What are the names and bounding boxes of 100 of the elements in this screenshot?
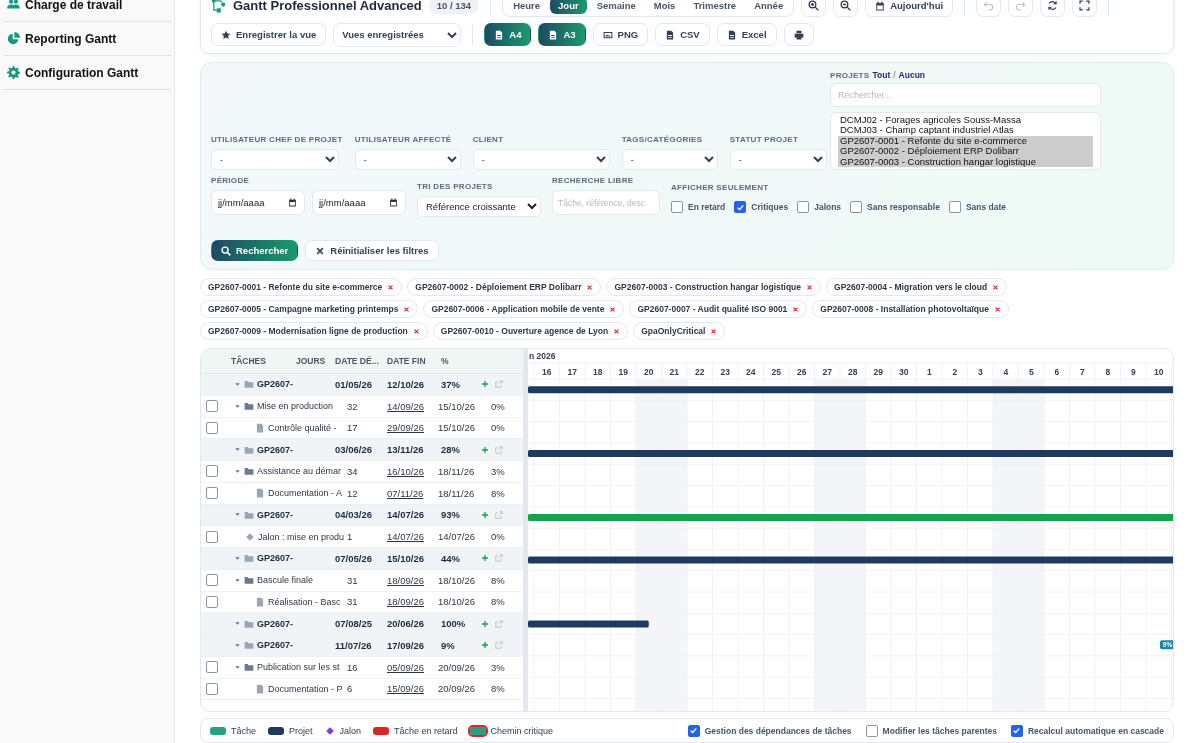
- print-button[interactable]: [783, 23, 814, 46]
- reset-filters-button[interactable]: Réinitialiser les filtres: [305, 240, 439, 261]
- project-option[interactable]: GP2607-0002 - Déploiement ERP Dolibarr: [838, 146, 1093, 157]
- project-name[interactable]: GP2607-: [257, 618, 294, 629]
- zoom-out-icon: [840, 0, 852, 11]
- day-label: 28: [848, 367, 858, 377]
- task-name[interactable]: Documentation - P: [268, 683, 343, 694]
- search-button[interactable]: Rechercher: [211, 240, 299, 261]
- checkbox[interactable]: [206, 574, 218, 587]
- project-option[interactable]: GP2607-0001 - Refonte du site e-commerce: [838, 135, 1093, 147]
- checkbox[interactable]: [734, 201, 747, 214]
- progress-percent: 8%: [491, 596, 506, 608]
- start-date-link[interactable]: 14/09/26: [387, 400, 424, 412]
- checkbox[interactable]: [206, 465, 218, 478]
- checkbox[interactable]: [687, 724, 700, 737]
- end-date: 18/11/26: [438, 487, 476, 499]
- view-tab[interactable]: Mois: [645, 0, 684, 14]
- duration-days: 32: [347, 400, 387, 412]
- checkbox[interactable]: [797, 201, 810, 214]
- checkbox[interactable]: [671, 201, 683, 214]
- save-view-button[interactable]: Enregistrer la vue: [211, 23, 327, 46]
- project-search-field[interactable]: Rechercher...: [830, 83, 1101, 107]
- export-button[interactable]: Excel: [716, 23, 777, 46]
- undo-icon: [983, 0, 995, 11]
- filter-select[interactable]: -: [729, 149, 827, 171]
- project-name[interactable]: GP2607-: [257, 444, 294, 455]
- project-list[interactable]: [830, 112, 1101, 171]
- date-field[interactable]: jj/mm/aaaa: [211, 190, 305, 216]
- document-icon: [255, 683, 265, 694]
- task-name[interactable]: Assistance au démar: [257, 466, 342, 477]
- checkbox[interactable]: [206, 595, 218, 608]
- project-option[interactable]: DCMJ03 - Champ captant industriel Atlas: [838, 125, 1093, 136]
- view-tab[interactable]: Semaine: [588, 0, 644, 14]
- start-date-link[interactable]: 29/09/26: [387, 422, 424, 434]
- checkbox[interactable]: [206, 661, 218, 674]
- zoom-in-button[interactable]: [801, 0, 827, 17]
- splitter-handle[interactable]: [523, 349, 528, 711]
- view-tab[interactable]: Année: [746, 0, 792, 14]
- search-field[interactable]: Tâche, référence, desc: [552, 190, 660, 216]
- project-option[interactable]: DCMJ02 - Forages agricoles Souss-Massa: [838, 115, 1093, 126]
- refresh-button[interactable]: [1040, 0, 1066, 17]
- view-tab[interactable]: Jour: [550, 0, 587, 14]
- document-icon: [255, 488, 265, 499]
- checkbox[interactable]: [206, 530, 218, 543]
- progress-percent: 0%: [491, 400, 506, 412]
- checkbox[interactable]: [206, 421, 218, 434]
- filter-select[interactable]: -: [211, 149, 339, 171]
- project-name[interactable]: GP2607-: [257, 553, 294, 564]
- date-field[interactable]: jj/mm/aaaa: [312, 190, 406, 216]
- project-name[interactable]: GP2607-: [257, 640, 294, 651]
- view-tab[interactable]: Heure: [505, 0, 549, 14]
- project-name[interactable]: GP2607-: [257, 509, 294, 520]
- checkbox[interactable]: [865, 724, 878, 737]
- export-button[interactable]: A3: [538, 23, 586, 46]
- today-button[interactable]: Aujourd'hui: [865, 0, 954, 17]
- legend-label: Tâche en retard: [394, 725, 458, 736]
- export-button[interactable]: PNG: [592, 23, 649, 46]
- zoom-out-button[interactable]: [833, 0, 859, 17]
- start-date-link[interactable]: 16/10/26: [387, 465, 424, 477]
- project-option[interactable]: GP2607-0003 - Construction hangar logistique: [838, 156, 1093, 168]
- select-all-link[interactable]: Tout: [872, 70, 891, 80]
- start-date-link[interactable]: 18/09/26: [387, 574, 424, 586]
- start-date-link[interactable]: 18/09/26: [387, 596, 424, 608]
- task-name[interactable]: Jalon : mise en produ: [258, 531, 345, 542]
- sort-select[interactable]: Référence croissante: [417, 196, 541, 218]
- legend-label: Jalon: [339, 725, 362, 736]
- start-date-link[interactable]: 07/11/26: [387, 487, 424, 499]
- task-name[interactable]: Réalisation - Basc: [268, 596, 341, 607]
- end-date: 15/10/26: [438, 422, 476, 434]
- sidebar-link[interactable]: Configuration Gantt: [25, 65, 139, 80]
- view-tab[interactable]: Trimestre: [685, 0, 745, 14]
- printer-icon: [793, 29, 804, 40]
- task-name[interactable]: Documentation - A: [268, 488, 343, 499]
- checkbox[interactable]: [206, 682, 218, 695]
- task-name[interactable]: Mise en production: [257, 401, 334, 412]
- checkbox[interactable]: [1010, 724, 1023, 737]
- sidebar-link[interactable]: Reporting Gantt: [25, 31, 117, 46]
- filter-select[interactable]: -: [621, 149, 718, 171]
- checkbox[interactable]: [206, 400, 218, 413]
- export-button[interactable]: A4: [484, 23, 532, 46]
- start-date-link[interactable]: 14/07/26: [387, 531, 424, 543]
- project-name[interactable]: GP2607-: [257, 379, 294, 390]
- duration-days: 6: [347, 683, 387, 695]
- saved-views-select[interactable]: Vues enregistrées: [333, 22, 462, 47]
- task-name[interactable]: Publication sur les st: [257, 662, 340, 673]
- start-date-link[interactable]: 15/09/26: [387, 683, 424, 695]
- filter-select[interactable]: -: [354, 149, 461, 171]
- task-name[interactable]: Contrôle qualité -: [268, 422, 337, 433]
- task-name[interactable]: Bascule finale: [257, 575, 314, 586]
- filter-select[interactable]: -: [472, 149, 610, 171]
- fullscreen-button[interactable]: [1072, 0, 1098, 17]
- checkbox[interactable]: [206, 487, 218, 500]
- folder-icon: [244, 379, 254, 390]
- checkbox[interactable]: [948, 201, 961, 214]
- folder-icon: [244, 618, 254, 629]
- export-button[interactable]: CSV: [655, 23, 710, 46]
- checkbox[interactable]: [850, 201, 863, 214]
- sidebar-link[interactable]: Charge de travail: [25, 0, 123, 12]
- select-none-link[interactable]: Aucun: [898, 70, 926, 80]
- start-date-link[interactable]: 05/09/26: [387, 661, 424, 673]
